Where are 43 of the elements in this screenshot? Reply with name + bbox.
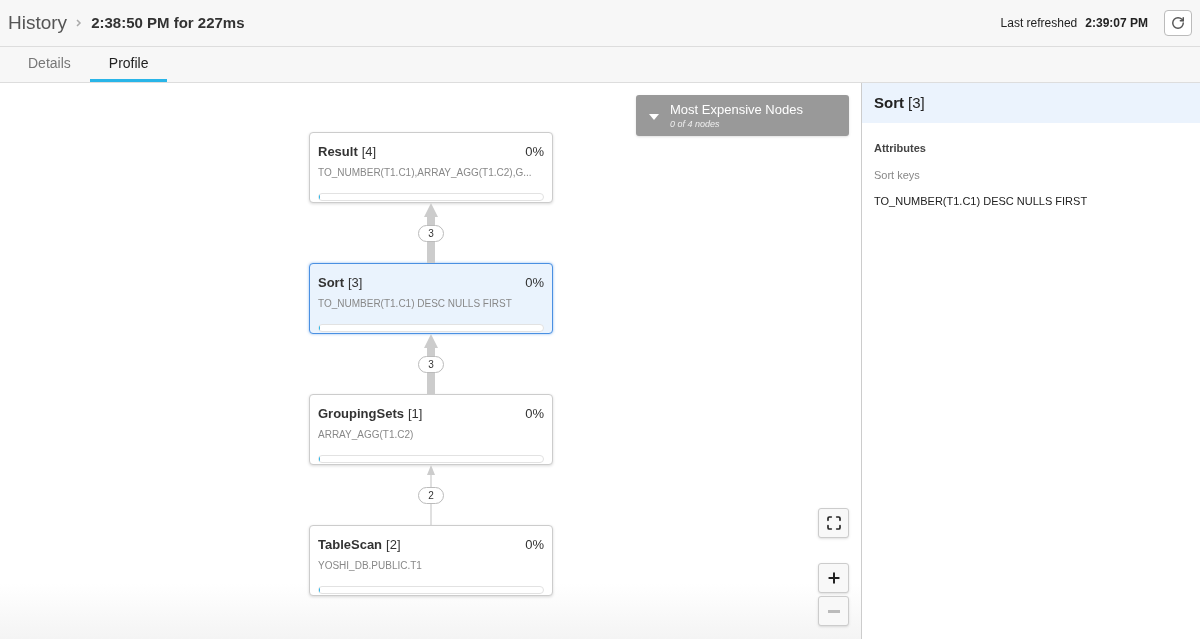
node-index: [1]: [407, 405, 423, 423]
breadcrumb-link[interactable]: History: [8, 8, 68, 38]
node-percent: 0%: [525, 143, 544, 161]
edge-row-count: 3: [418, 225, 444, 242]
node-name: Result: [318, 143, 358, 161]
panel-subtitle: 0 of 4 nodes: [670, 117, 721, 130]
node-name: Sort: [318, 274, 344, 292]
node-detail: YOSHI_DB.PUBLIC.T1: [318, 558, 423, 573]
section-heading: Attributes: [874, 141, 927, 156]
fit-view-button[interactable]: [818, 508, 849, 538]
panel-title: Most Expensive Nodes: [670, 101, 803, 118]
refresh-button[interactable]: [1164, 10, 1192, 36]
node-percent: 0%: [525, 274, 544, 292]
chevron-right-icon: [75, 19, 84, 27]
page-title: 2:38:50 PM for 227ms: [91, 12, 245, 33]
node-index: [2]: [386, 536, 401, 554]
zoom-in-button[interactable]: [818, 563, 849, 593]
edge-row-count: 3: [418, 356, 444, 373]
plan-node[interactable]: Result [4] 0% TO_NUMBER(T1.C1),ARRAY_AGG(T1.C2),G...: [309, 132, 553, 203]
node-percent: 0%: [525, 536, 544, 554]
plan-node[interactable]: Sort [3] 0% TO_NUMBER(T1.C1) DESC NULLS FIRST: [309, 263, 553, 334]
detail-node-index: [3]: [908, 92, 925, 113]
attribute-value: TO_NUMBER(T1.C1) DESC NULLS FIRST: [874, 194, 1089, 209]
node-name: TableScan: [318, 536, 383, 554]
plus-icon: [825, 570, 842, 586]
node-detail: ARRAY_AGG(T1.C2): [318, 427, 415, 442]
attribute-label: Sort keys: [874, 167, 921, 183]
last-refreshed-label: Last refreshed: [1000, 15, 1078, 32]
edge-row-count: 2: [418, 487, 444, 504]
tab[interactable]: Details: [9, 47, 90, 82]
last-refreshed-time: 2:39:07 PM: [1085, 15, 1148, 32]
detail-node-name: Sort: [874, 92, 904, 113]
refresh-icon: [1171, 16, 1185, 30]
node-index: [4]: [361, 143, 377, 161]
plan-node[interactable]: GroupingSets [1] 0% ARRAY_AGG(T1.C2): [309, 394, 553, 465]
node-detail: TO_NUMBER(T1.C1),ARRAY_AGG(T1.C2),G...: [318, 165, 533, 180]
node-detail: TO_NUMBER(T1.C1) DESC NULLS FIRST: [318, 296, 513, 311]
node-percent: 0%: [525, 405, 544, 423]
node-name: GroupingSets: [318, 405, 404, 423]
plan-node[interactable]: TableScan [2] 0% YOSHI_DB.PUBLIC.T1: [309, 525, 553, 596]
minus-icon: [827, 609, 840, 613]
node-index: [3]: [348, 274, 363, 292]
fit-screen-icon: [825, 515, 842, 531]
